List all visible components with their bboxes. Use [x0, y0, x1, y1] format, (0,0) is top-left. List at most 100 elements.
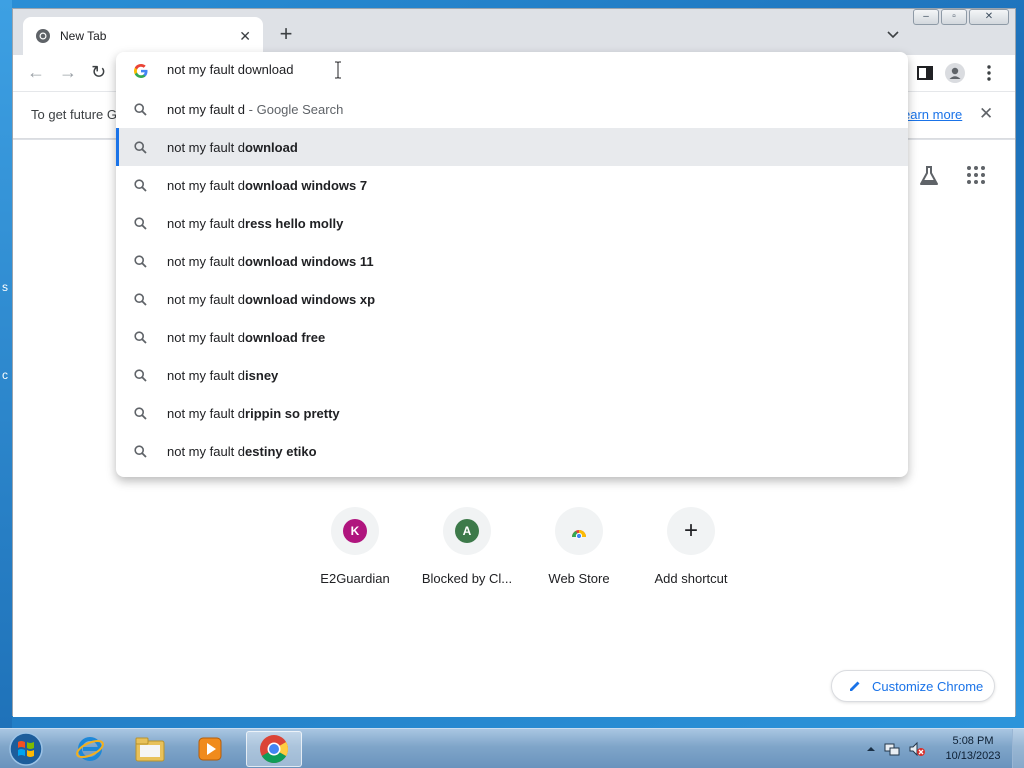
shortcut-letter-icon: K — [343, 519, 367, 543]
suggestion-typed: not my fault d — [167, 140, 246, 155]
suggestion-completion: ownload windows 11 — [245, 254, 374, 269]
google-g-icon — [134, 64, 148, 78]
shortcut-tile: A — [443, 507, 491, 555]
shortcut-blocked[interactable]: A Blocked by Cl... — [411, 507, 523, 586]
suggestion-text: not my fault download free — [167, 330, 325, 345]
suggestion-item[interactable]: not my fault dress hello molly — [116, 204, 908, 242]
window-controls: – ▫ ✕ — [913, 9, 1009, 25]
suggestion-typed: not my fault d — [167, 254, 246, 269]
volume-muted-icon[interactable] — [908, 741, 926, 757]
shortcut-label: Add shortcut — [654, 571, 728, 586]
tab-search-chevron-icon[interactable] — [887, 27, 899, 42]
suggestion-typed: not my fault d — [167, 330, 246, 345]
suggestion-text: not my fault download windows 7 — [167, 178, 367, 193]
suggestion-typed: not my fault d — [167, 178, 246, 193]
show-desktop-button[interactable] — [1012, 729, 1024, 768]
shortcut-e2guardian[interactable]: K E2Guardian — [299, 507, 411, 586]
network-icon[interactable] — [884, 741, 900, 757]
search-icon — [134, 179, 147, 192]
info-bar-close-icon[interactable]: ✕ — [979, 104, 993, 124]
google-apps-icon[interactable] — [967, 166, 985, 184]
suggestion-typed: not my fault d — [167, 102, 246, 117]
suggestion-completion: rippin so pretty — [245, 406, 340, 421]
show-hidden-icons-icon[interactable] — [866, 744, 876, 754]
search-icon — [134, 331, 147, 344]
suggestion-text: not my fault drippin so pretty — [167, 406, 340, 421]
suggestion-typed: not my fault d — [167, 368, 246, 383]
clock[interactable]: 5:08 PM 10/13/2023 — [940, 734, 1006, 764]
desktop-icon-label: c — [2, 368, 8, 382]
tab-new-tab[interactable]: New Tab ✕ — [23, 17, 263, 55]
search-icon — [134, 255, 147, 268]
shortcut-web-store[interactable]: Web Store — [523, 507, 635, 586]
file-explorer-icon[interactable] — [122, 731, 178, 767]
suggestion-list: not my fault d - Google Search not my fau… — [116, 90, 908, 470]
internet-explorer-icon[interactable] — [62, 731, 118, 767]
media-player-icon[interactable] — [182, 731, 238, 767]
tab-close-icon[interactable]: ✕ — [239, 28, 251, 45]
customize-chrome-label: Customize Chrome — [872, 678, 984, 694]
suggestion-item[interactable]: not my fault download windows xp — [116, 280, 908, 318]
suggestion-typed: not my fault d — [167, 406, 246, 421]
address-bar[interactable]: not my fault download — [116, 52, 908, 90]
search-icon — [134, 407, 147, 420]
minimize-button[interactable]: – — [913, 9, 939, 25]
suggestion-item[interactable]: not my fault download free — [116, 318, 908, 356]
suggestion-item[interactable]: not my fault download — [116, 128, 908, 166]
clock-time: 5:08 PM — [952, 735, 994, 747]
shortcut-tile: + — [667, 507, 715, 555]
side-panel-icon[interactable] — [915, 63, 935, 83]
suggestion-completion: ress hello molly — [245, 216, 344, 231]
taskbar: 5:08 PM 10/13/2023 — [0, 728, 1024, 768]
maximize-button[interactable]: ▫ — [941, 9, 967, 25]
web-store-icon — [572, 530, 586, 540]
suggestion-item[interactable]: not my fault disney — [116, 356, 908, 394]
suggestion-text: not my fault download windows xp — [167, 292, 375, 307]
new-tab-button[interactable]: + — [275, 23, 297, 46]
address-input[interactable]: not my fault download — [167, 62, 293, 77]
suggestion-text: not my fault download windows 11 — [167, 254, 374, 269]
customize-chrome-button[interactable]: Customize Chrome — [831, 670, 995, 702]
suggestion-completion: ownload windows 7 — [245, 178, 368, 193]
suggestion-completion: ownload — [245, 140, 298, 155]
shortcut-label: E2Guardian — [320, 571, 390, 586]
text-cursor-icon — [335, 61, 341, 79]
labs-flask-icon[interactable] — [917, 164, 941, 188]
back-button[interactable]: ← — [27, 63, 45, 81]
suggestion-text: not my fault destiny etiko — [167, 444, 317, 459]
system-tray — [866, 729, 926, 768]
tab-title: New Tab — [60, 29, 107, 43]
shortcuts-row: K E2Guardian A Blocked by Cl... Web Stor… — [299, 507, 747, 586]
suggestion-item[interactable]: not my fault download windows 11 — [116, 242, 908, 280]
desktop-edge: s c — [0, 0, 12, 728]
suggestion-typed: not my fault d — [167, 444, 246, 459]
info-bar-message: To get future G — [31, 107, 117, 122]
chrome-icon — [36, 29, 50, 43]
forward-button[interactable]: → — [59, 63, 77, 81]
suggestion-completion: ownload free — [245, 330, 326, 345]
suggestion-hint: - Google Search — [245, 102, 344, 117]
start-button[interactable] — [6, 730, 46, 768]
chrome-taskbar-icon[interactable] — [246, 731, 302, 767]
learn-more-link[interactable]: earn more — [903, 107, 962, 122]
close-window-button[interactable]: ✕ — [969, 9, 1009, 25]
profile-avatar-icon[interactable] — [945, 63, 965, 83]
more-menu-icon[interactable] — [979, 63, 999, 83]
shortcut-tile — [555, 507, 603, 555]
add-shortcut-button[interactable]: + Add shortcut — [635, 507, 747, 586]
search-icon — [134, 293, 147, 306]
suggestion-item[interactable]: not my fault d - Google Search — [116, 90, 908, 128]
suggestion-typed: not my fault d — [167, 292, 246, 307]
suggestion-item[interactable]: not my fault drippin so pretty — [116, 394, 908, 432]
suggestion-item[interactable]: not my fault download windows 7 — [116, 166, 908, 204]
tab-strip: New Tab ✕ + – ▫ ✕ — [13, 9, 1015, 55]
omnibox-dropdown: not my fault download not my fault d - G… — [116, 52, 908, 477]
search-icon — [134, 445, 147, 458]
plus-icon: + — [683, 517, 698, 544]
shortcut-letter-icon: A — [455, 519, 479, 543]
shortcut-label: Web Store — [548, 571, 610, 586]
suggestion-item[interactable]: not my fault destiny etiko — [116, 432, 908, 470]
shortcut-label: Blocked by Cl... — [421, 571, 513, 586]
reload-button[interactable]: ↻ — [91, 63, 106, 81]
clock-date: 10/13/2023 — [945, 750, 1001, 762]
